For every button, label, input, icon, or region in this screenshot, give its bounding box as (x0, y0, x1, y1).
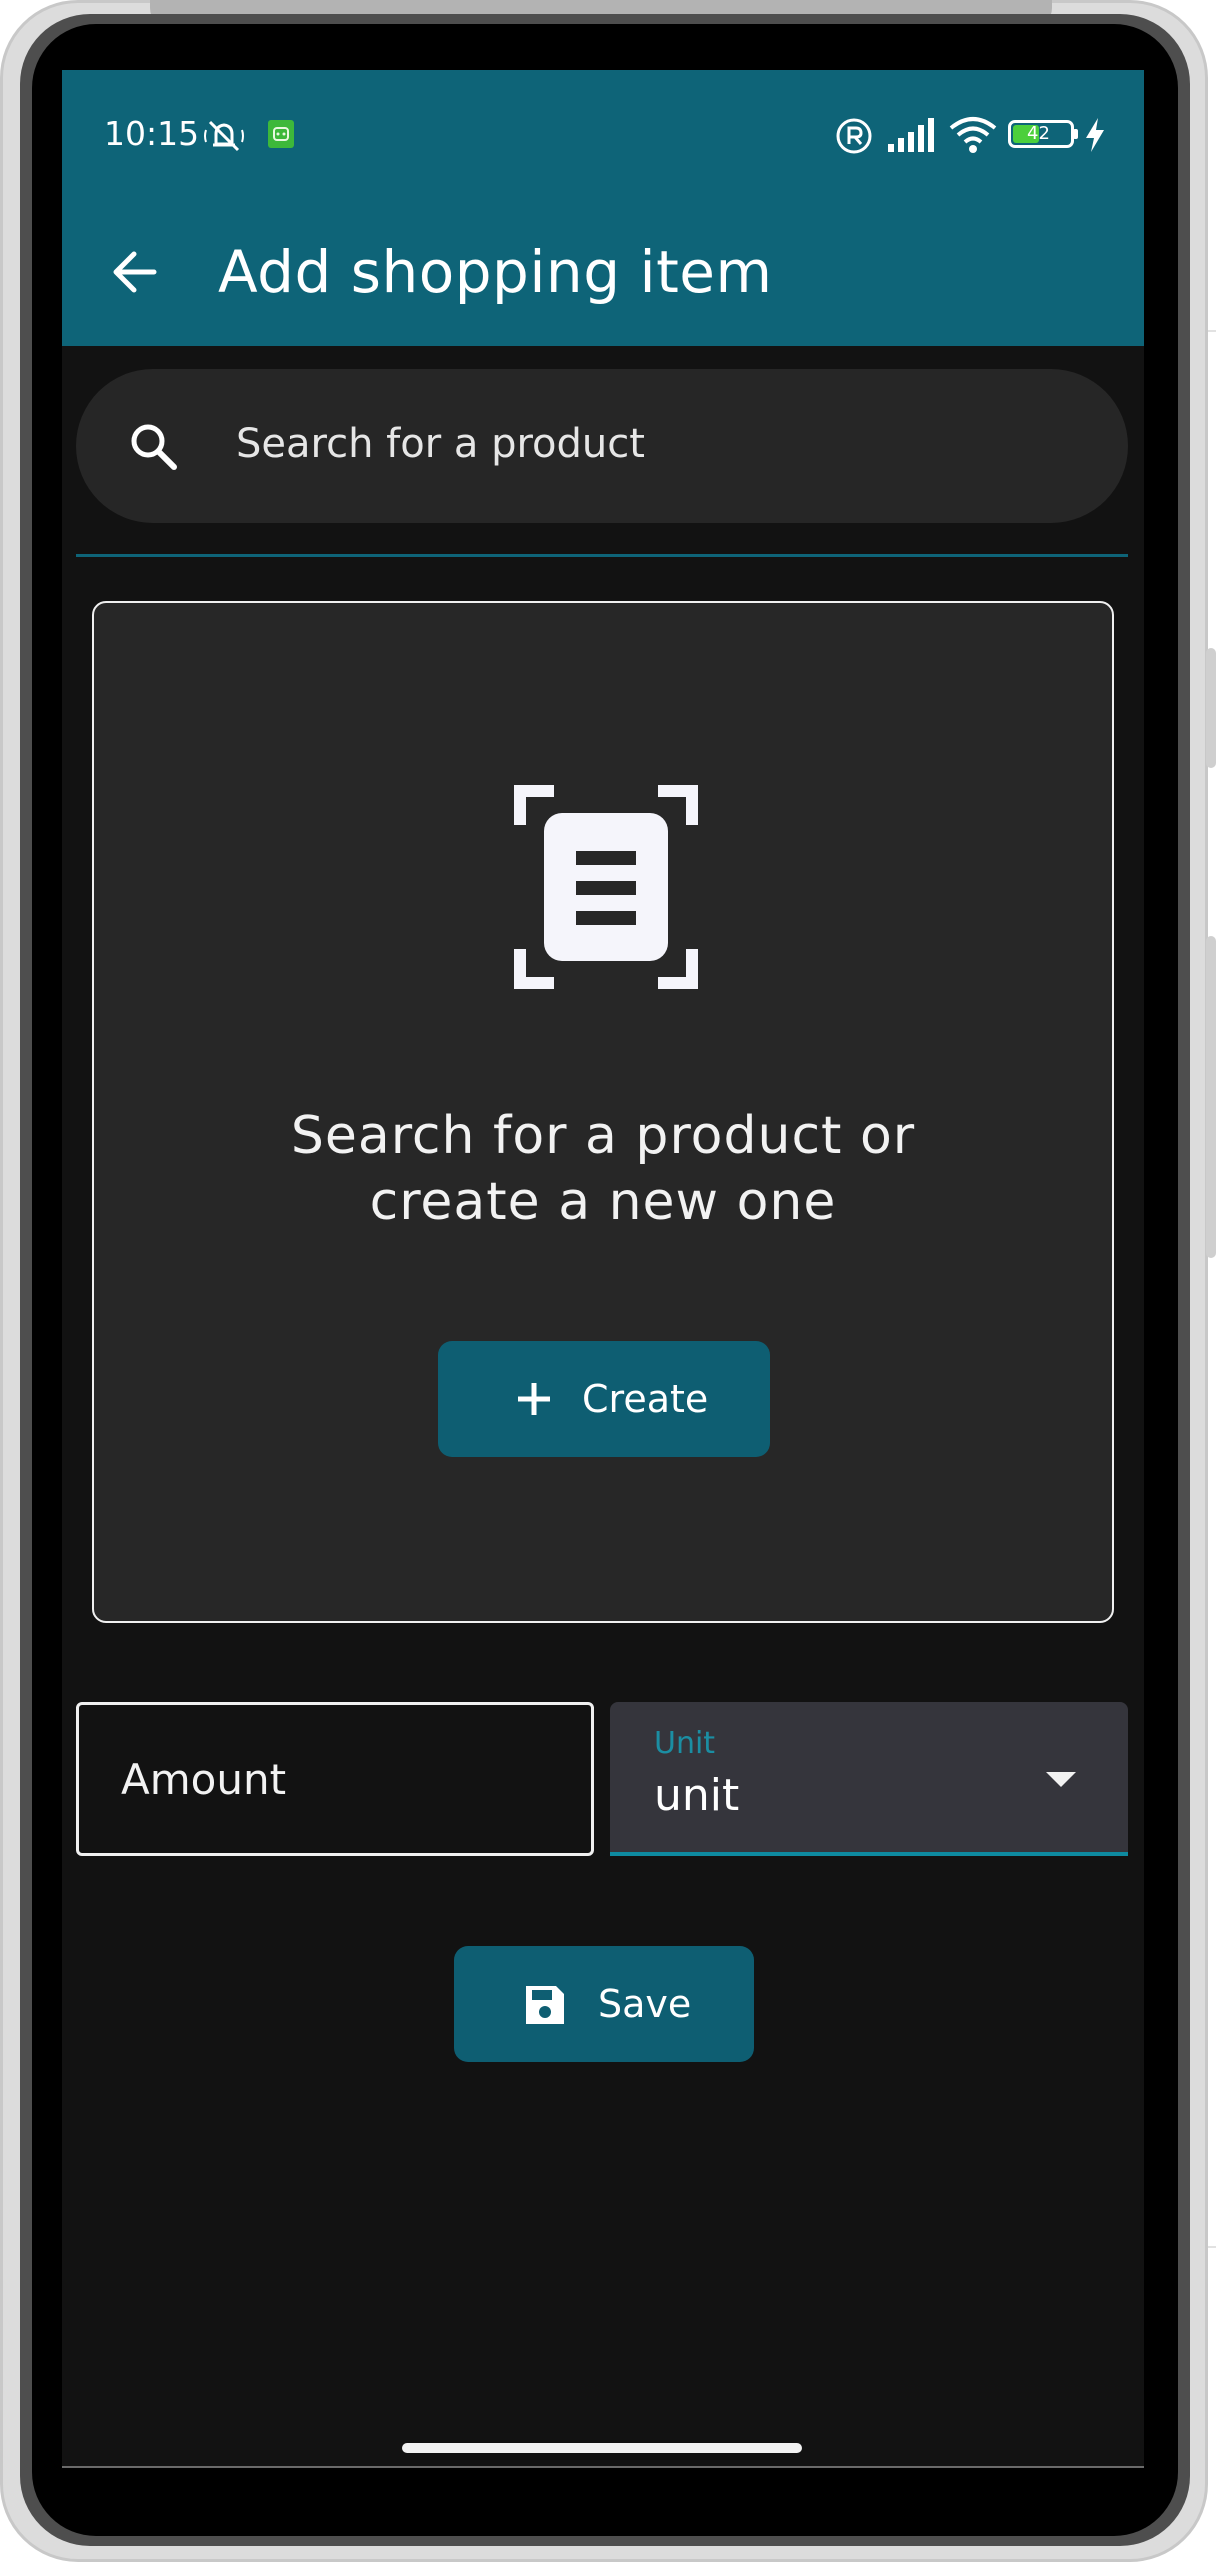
arrow-back-icon[interactable] (106, 242, 166, 302)
status-time: 10:15 (104, 114, 200, 153)
floppy-disk-icon (526, 1986, 564, 2024)
battery-level: 42 (1027, 123, 1050, 144)
mute-icon (204, 120, 244, 152)
screen-bottom-edge (62, 2466, 1144, 2468)
dropdown-arrow-icon (1046, 1772, 1076, 1787)
battery-icon: 42 (1008, 120, 1078, 148)
barcode-scan-icon (514, 785, 698, 989)
create-button[interactable]: Create (438, 1341, 770, 1457)
amount-field[interactable]: Amount (76, 1702, 594, 1856)
registered-icon (836, 118, 872, 154)
home-indicator[interactable] (402, 2443, 802, 2453)
cell-signal-icon (888, 118, 934, 152)
app-bar: 10:15 42 Add shopping item (62, 70, 1144, 346)
unit-field-label: Unit (654, 1726, 716, 1761)
search-input[interactable]: Search for a product (236, 421, 645, 467)
unit-selected-value: unit (654, 1770, 740, 1821)
phone-side-button (1206, 648, 1216, 768)
plus-icon (518, 1383, 550, 1415)
toolbar: Add shopping item (62, 200, 1144, 346)
screen: 10:15 42 Add shopping item Search for a … (62, 70, 1144, 2468)
empty-state-message: Search for a product or create a new one (94, 1103, 1112, 1235)
save-button[interactable]: Save (454, 1946, 754, 2062)
empty-state-message-line2: create a new one (369, 1172, 837, 1232)
empty-state-card: Search for a product or create a new one… (92, 601, 1114, 1623)
charging-icon (1086, 118, 1104, 152)
search-bar[interactable]: Search for a product (76, 369, 1128, 523)
create-button-label: Create (582, 1377, 709, 1421)
save-button-label: Save (598, 1982, 692, 2026)
amount-placeholder: Amount (121, 1755, 287, 1804)
unit-dropdown[interactable]: Unit unit (610, 1702, 1128, 1856)
search-divider (76, 554, 1128, 557)
phone-side-button (1206, 936, 1216, 1258)
status-bar: 10:15 42 (62, 70, 1144, 200)
empty-state-message-line1: Search for a product or (290, 1106, 916, 1166)
search-icon (131, 424, 177, 470)
wifi-icon (949, 117, 997, 153)
page-title: Add shopping item (218, 238, 773, 306)
app-notification-icon (268, 120, 294, 148)
